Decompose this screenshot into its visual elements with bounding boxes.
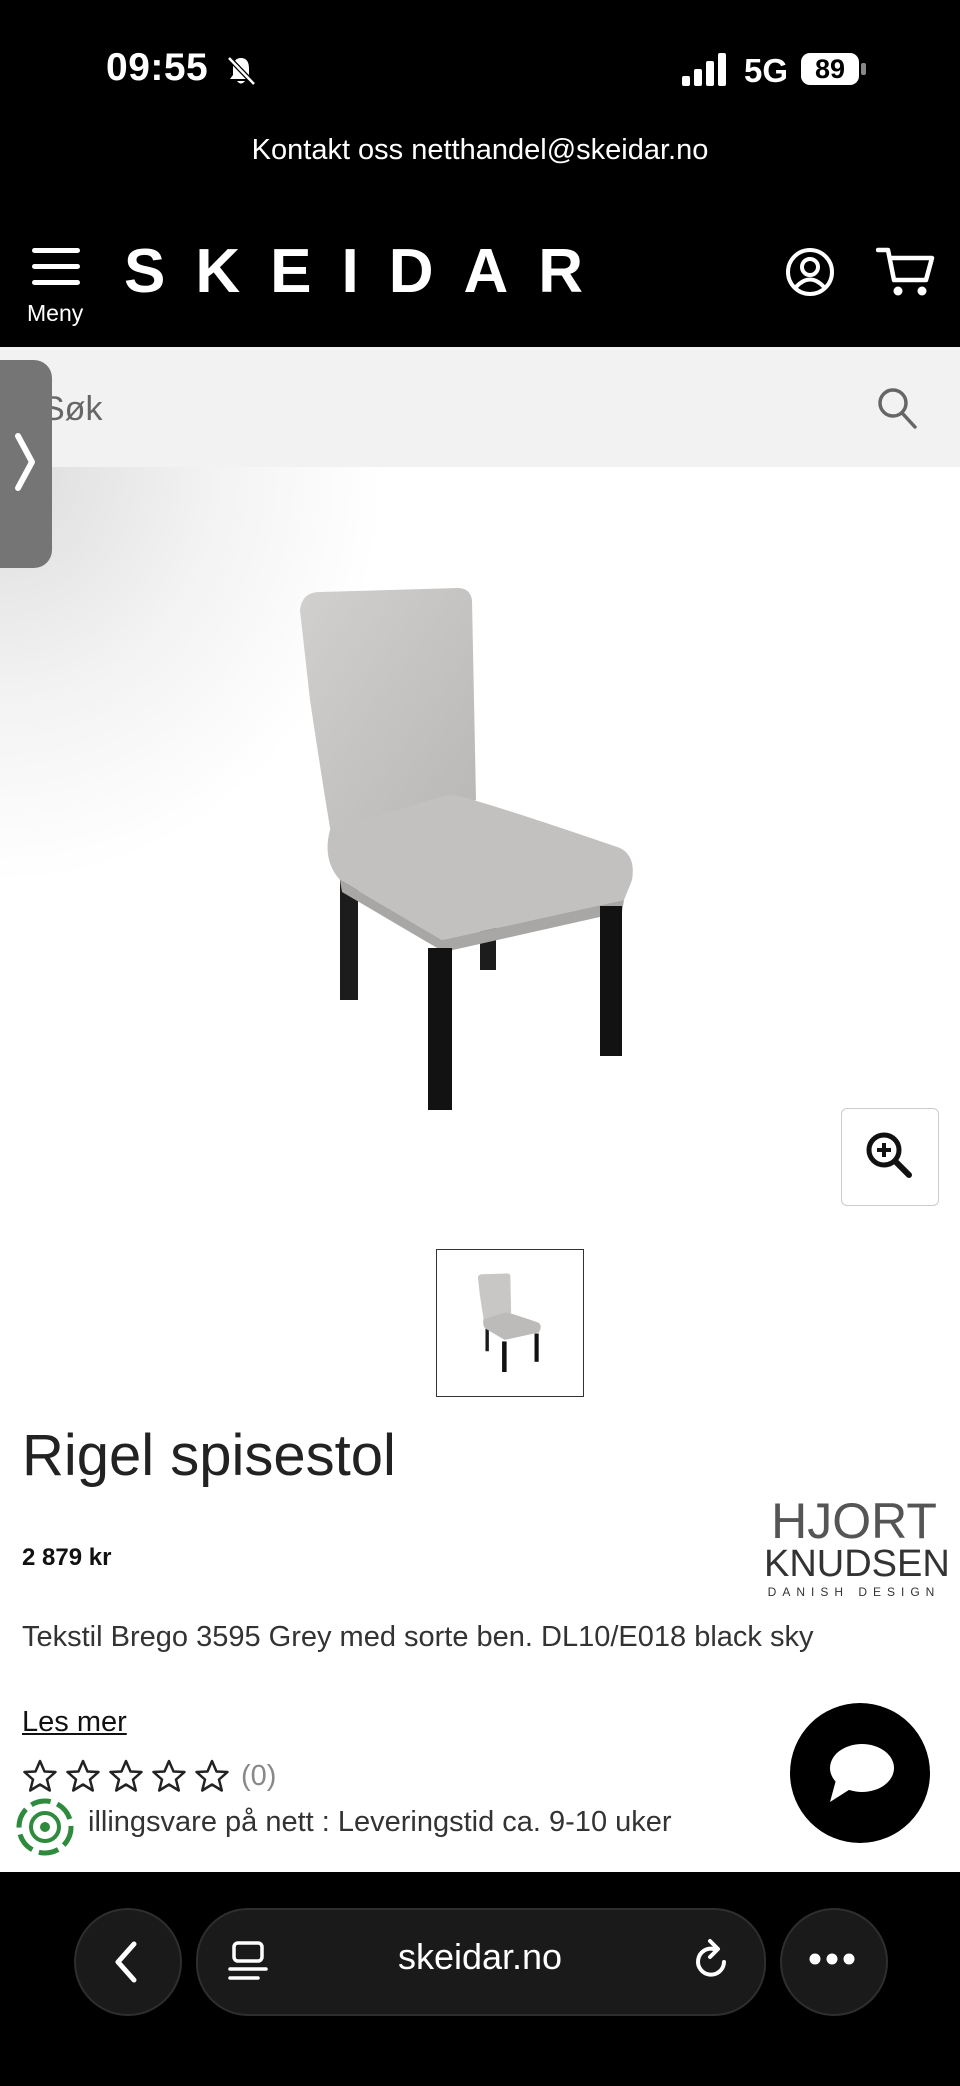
url-text[interactable]: skeidar.no (196, 1936, 764, 1978)
account-icon[interactable] (784, 246, 836, 298)
delivery-icon (16, 1798, 74, 1856)
product-image[interactable] (280, 580, 660, 1110)
hamburger-menu-icon[interactable] (32, 246, 80, 288)
star-icon (195, 1759, 229, 1792)
signal-icon (682, 53, 726, 86)
contact-link[interactable]: Kontakt oss netthandel@skeidar.no (0, 134, 960, 167)
brand-logo-line2: KNUDSEN (764, 1543, 950, 1585)
battery-level: 89 (814, 54, 846, 84)
cart-icon[interactable] (876, 244, 936, 300)
product-rating[interactable]: (0) (22, 1758, 276, 1798)
star-icon (109, 1759, 143, 1792)
site-logo[interactable]: SKEIDAR (124, 236, 613, 307)
network-type: 5G (744, 52, 789, 89)
bell-muted-icon (227, 56, 256, 86)
chevron-right-icon[interactable] (10, 428, 40, 496)
delivery-info: illingsvare på nett : Leveringstid ca. 9… (88, 1806, 672, 1838)
menu-label[interactable]: Meny (27, 300, 83, 327)
search-icon[interactable] (876, 386, 918, 430)
star-icon (152, 1759, 186, 1792)
chat-bubble-icon[interactable] (826, 1740, 896, 1806)
product-title: Rigel spisestol (22, 1423, 396, 1488)
search-input[interactable] (40, 380, 824, 438)
product-description: Tekstil Brego 3595 Grey med sorte ben. D… (22, 1621, 814, 1653)
reload-icon[interactable] (692, 1938, 732, 1982)
status-time: 09:55 (106, 46, 209, 89)
brand-logo-line3: DANISH DESIGN (767, 1585, 941, 1599)
read-more-link[interactable]: Les mer (22, 1706, 127, 1739)
zoom-in-icon[interactable] (864, 1130, 914, 1180)
star-icon (66, 1759, 100, 1792)
rating-count: (0) (241, 1759, 277, 1792)
product-price: 2 879 kr (22, 1544, 112, 1571)
brand-logo-line1: HJORT (771, 1493, 937, 1549)
back-icon[interactable] (110, 1940, 142, 1984)
brand-logo[interactable]: HJORT KNUDSEN DANISH DESIGN (764, 1493, 950, 1602)
battery-icon: 89 (800, 52, 868, 86)
more-icon[interactable] (808, 1952, 856, 1966)
thumbnail-image[interactable] (470, 1272, 550, 1372)
star-icon (23, 1759, 57, 1792)
